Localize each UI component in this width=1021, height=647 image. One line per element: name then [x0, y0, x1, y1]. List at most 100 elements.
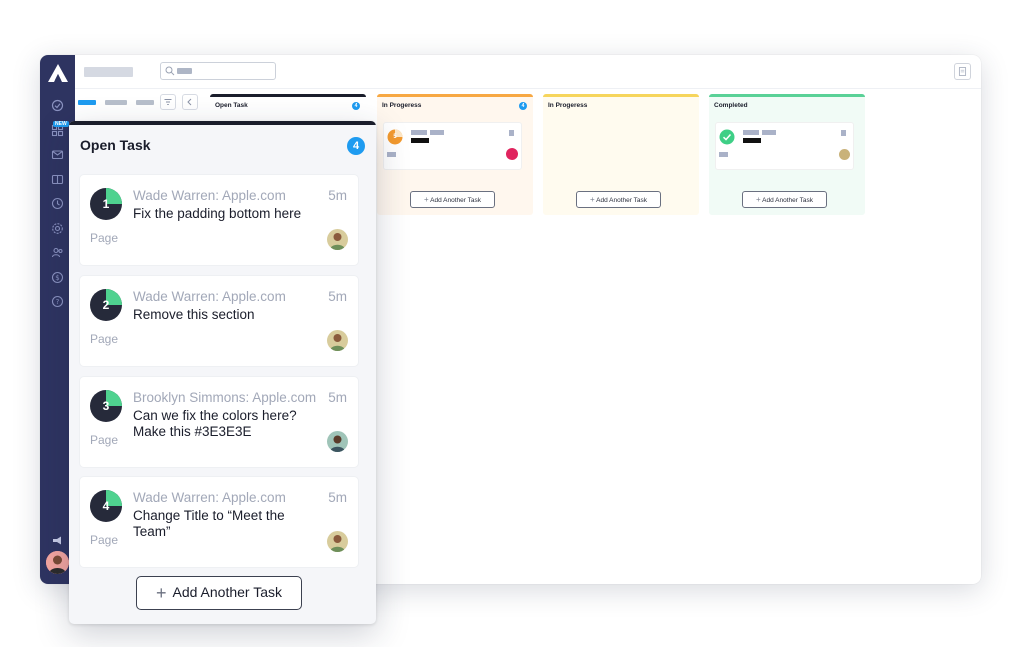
megaphone-icon[interactable] — [51, 534, 64, 547]
task-number: 4 — [102, 499, 110, 513]
chevron-left-icon — [187, 98, 192, 106]
panel-accent — [69, 121, 376, 125]
task-time: 5m — [328, 390, 347, 405]
task-author: Wade Warren: Apple.com — [133, 289, 286, 304]
tab-active[interactable] — [78, 100, 96, 105]
add-task-button-mini[interactable]: + Add Another Task — [576, 191, 661, 208]
help-icon[interactable]: ? — [51, 295, 64, 308]
search-input[interactable] — [160, 62, 276, 80]
mini-domain-placeholder — [762, 130, 776, 135]
document-icon — [958, 67, 967, 76]
task-text: Remove this section — [133, 307, 255, 322]
task-time: 5m — [328, 188, 347, 203]
column-accent — [210, 94, 366, 97]
task-time: 5m — [328, 490, 347, 505]
task-card[interactable]: 4 Wade Warren: Apple.com 5m Change Title… — [79, 476, 359, 568]
filter-button[interactable] — [160, 94, 176, 110]
assignee-avatar[interactable] — [327, 531, 348, 552]
add-task-label: Add Another Task — [596, 197, 647, 204]
task-card[interactable]: 1 Wade Warren: Apple.com 5m Fix the padd… — [79, 174, 359, 266]
tab-2[interactable] — [105, 100, 127, 105]
add-task-label: Add Another Task — [762, 197, 813, 204]
mini-task-card[interactable] — [715, 122, 854, 170]
gear-icon[interactable] — [51, 222, 64, 235]
plus-icon: + — [156, 583, 167, 603]
task-author: Wade Warren: Apple.com — [133, 490, 286, 505]
task-text: Change Title to “Meet the Team” — [133, 508, 285, 539]
collapse-button[interactable] — [182, 94, 198, 110]
screen: NEW $ ? Open Task 4 In Progeress 4 5 + A… — [0, 0, 1021, 647]
column-title: Completed — [714, 102, 748, 109]
mini-task-card[interactable]: 5 — [383, 122, 522, 170]
column-in-progress-2: In Progeress + Add Another Task — [543, 94, 699, 215]
column-title: In Progeress — [548, 102, 588, 109]
topbar — [75, 55, 981, 89]
task-time: 5m — [328, 289, 347, 304]
filter-icon — [164, 99, 172, 105]
mini-page-placeholder — [387, 152, 396, 157]
task-number: 1 — [102, 197, 110, 211]
task-author: Brooklyn Simmons: Apple.com — [133, 390, 317, 405]
add-another-task-button[interactable]: + Add Another Task — [136, 576, 302, 610]
plus-icon: + — [756, 195, 761, 204]
check-icon — [719, 129, 735, 145]
user-avatar[interactable] — [46, 551, 69, 574]
task-text: Fix the padding bottom here — [133, 206, 302, 221]
search-icon — [165, 66, 175, 76]
add-task-button-mini[interactable]: + Add Another Task — [410, 191, 495, 208]
book-icon[interactable] — [51, 173, 64, 186]
clock-icon[interactable] — [51, 197, 64, 210]
column-count: 4 — [519, 102, 527, 110]
mini-time-placeholder — [509, 130, 514, 136]
column-in-progress-1: In Progeress 4 5 + Add Another Task — [377, 94, 533, 215]
task-card[interactable]: 3 Brooklyn Simmons: Apple.com 5m Can we … — [79, 376, 359, 468]
task-page: Page — [90, 231, 119, 245]
task-page: Page — [90, 433, 119, 447]
mini-author-placeholder — [743, 130, 759, 135]
task-number: 2 — [102, 298, 110, 312]
svg-text:$: $ — [55, 274, 59, 282]
column-title: Open Task — [215, 102, 248, 109]
plus-icon: + — [424, 195, 429, 204]
dollar-icon[interactable]: $ — [51, 271, 64, 284]
assignee-avatar[interactable] — [327, 431, 348, 452]
mini-author-placeholder — [411, 130, 427, 135]
task-page: Page — [90, 332, 119, 346]
task-number: 3 — [102, 399, 110, 413]
column-count: 4 — [352, 102, 360, 110]
mini-badge-number: 5 — [393, 134, 397, 140]
add-task-button-mini[interactable]: + Add Another Task — [742, 191, 827, 208]
check-circle-icon[interactable] — [51, 99, 64, 112]
assignee-avatar[interactable] — [327, 229, 348, 250]
mini-time-placeholder — [841, 130, 846, 136]
plus-icon: + — [590, 195, 595, 204]
mini-text-placeholder — [411, 138, 429, 143]
assignee-avatar[interactable] — [327, 330, 348, 351]
column-completed: Completed + Add Another Task — [709, 94, 865, 215]
users-icon[interactable] — [51, 246, 64, 259]
document-button[interactable] — [954, 63, 971, 80]
mini-avatar — [506, 148, 518, 160]
search-placeholder — [177, 68, 192, 74]
add-task-label: Add Another Task — [172, 584, 282, 600]
task-card[interactable]: 2 Wade Warren: Apple.com 5m Remove this … — [79, 275, 359, 367]
column-title: In Progeress — [382, 102, 422, 109]
column-accent — [377, 94, 533, 97]
task-author: Wade Warren: Apple.com — [133, 188, 286, 203]
mini-text-placeholder — [743, 138, 761, 143]
column-accent — [543, 94, 699, 97]
mail-icon[interactable] — [51, 148, 64, 161]
page-title-placeholder — [84, 67, 133, 77]
task-text: Can we fix the colors here? Make this #3… — [133, 408, 297, 439]
column-accent — [709, 94, 865, 97]
new-badge: NEW — [53, 121, 69, 127]
panel-title: Open Task — [80, 137, 151, 153]
app-logo[interactable] — [47, 63, 69, 83]
tab-3[interactable] — [136, 100, 154, 105]
mini-page-placeholder — [719, 152, 728, 157]
open-task-panel: Open Task 4 1 Wade Warren: Apple.com 5m … — [69, 121, 376, 624]
add-task-label: Add Another Task — [430, 197, 481, 204]
panel-count-badge: 4 — [347, 137, 365, 155]
svg-text:?: ? — [56, 298, 60, 306]
task-page: Page — [90, 533, 119, 547]
